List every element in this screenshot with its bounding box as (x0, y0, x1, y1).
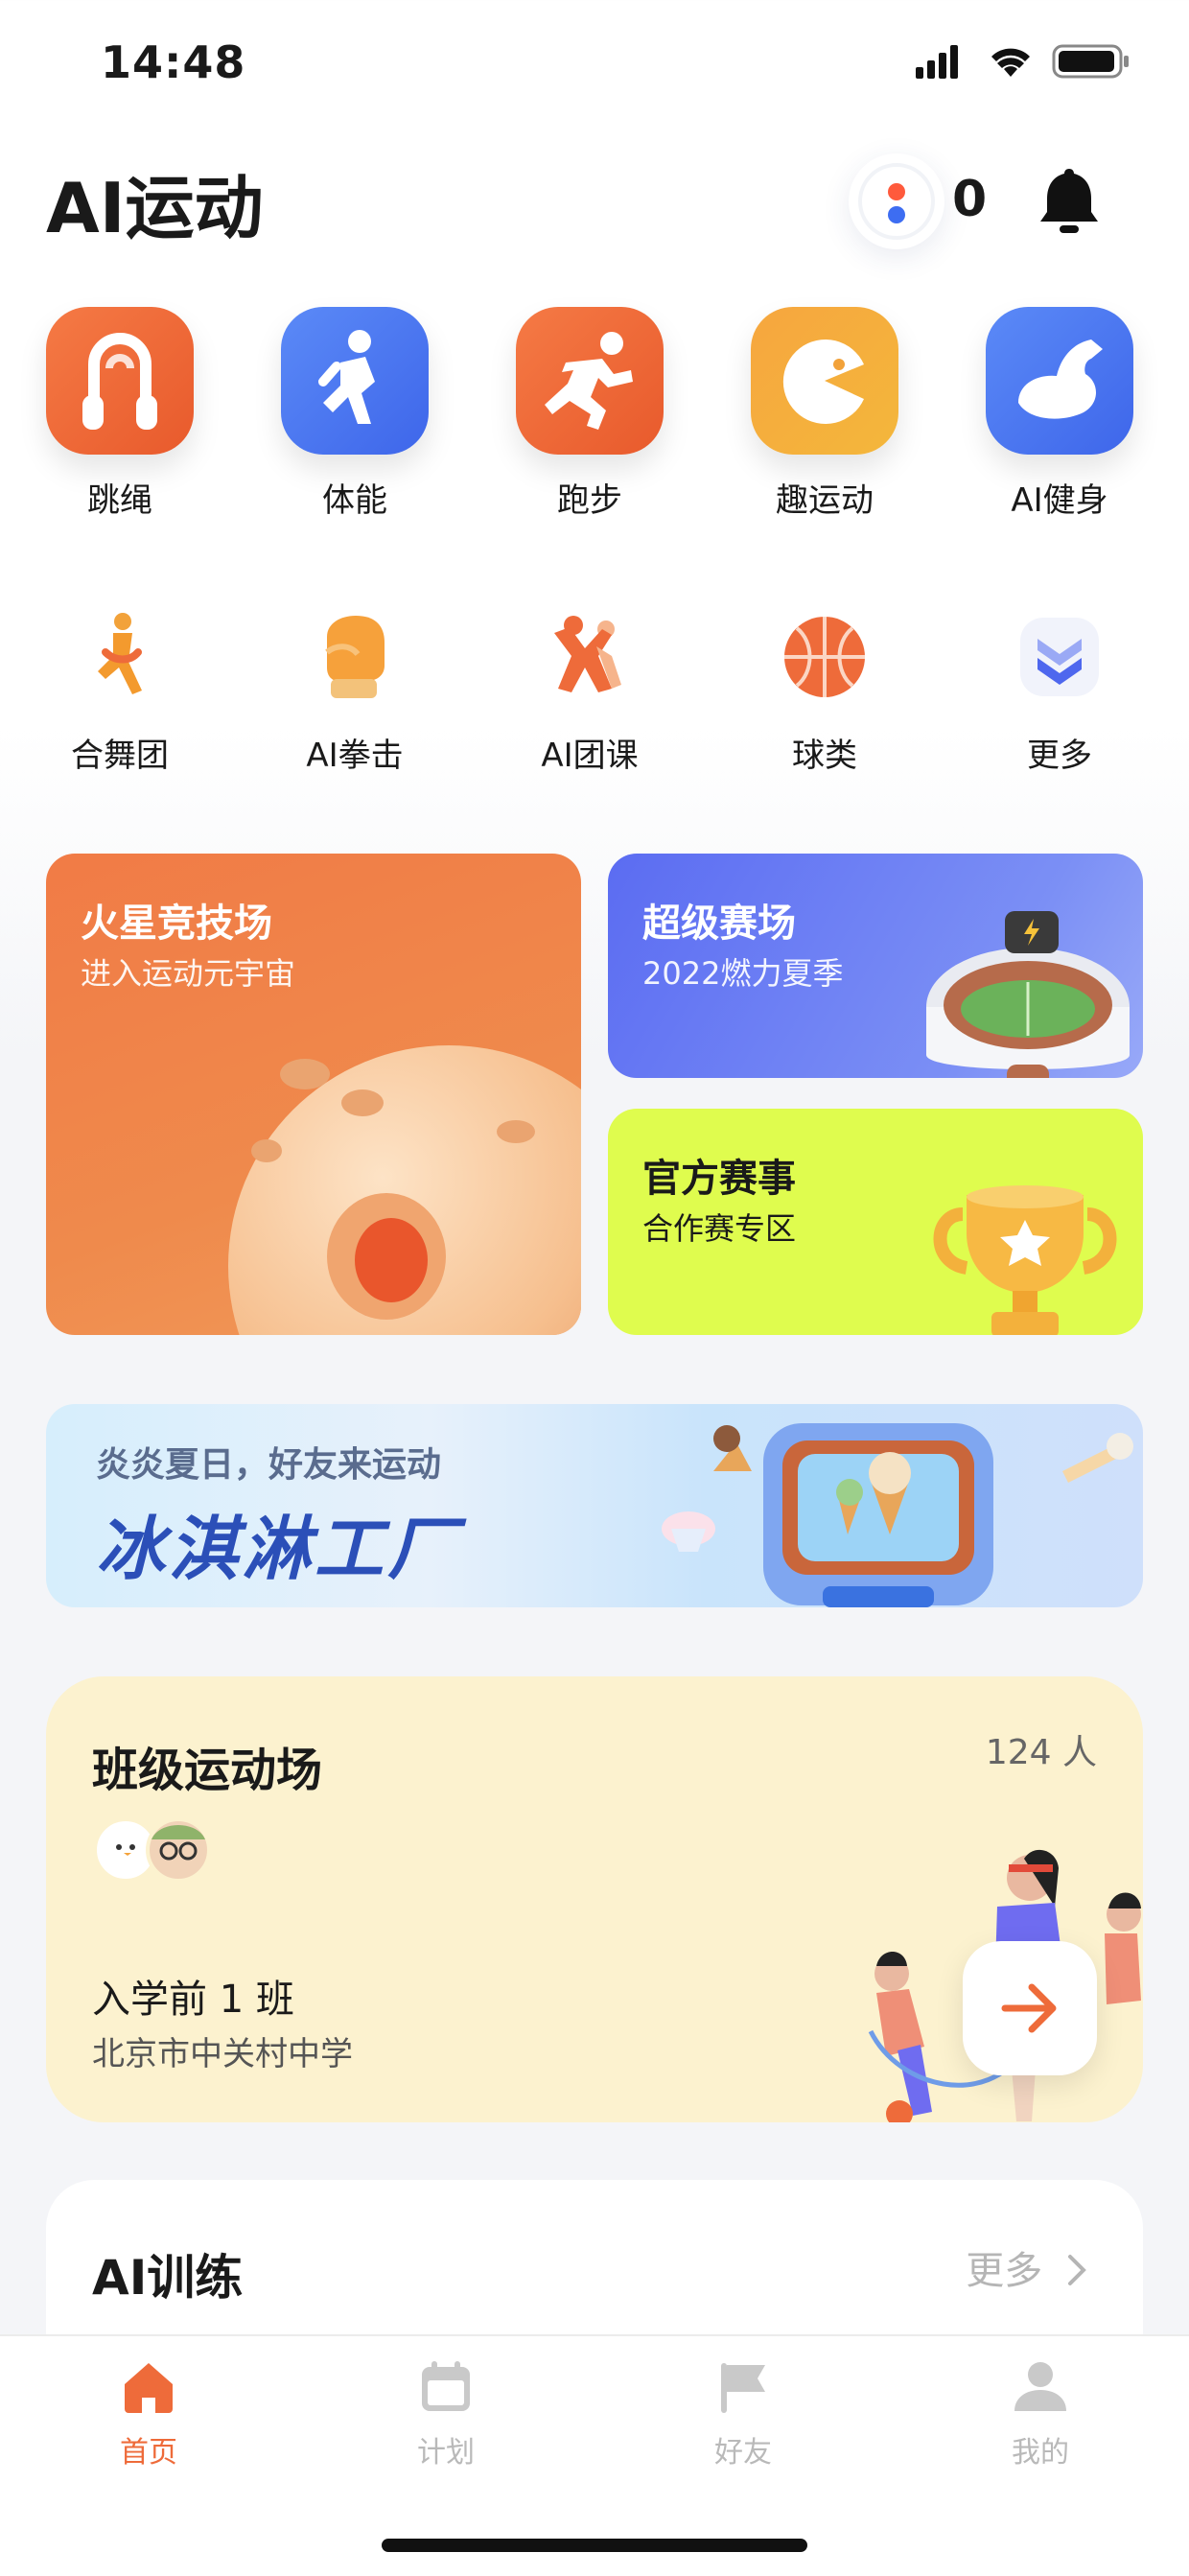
arrow-right-icon (1001, 1983, 1057, 2033)
stadium-illustration (926, 911, 1130, 1078)
category-ai-fitness[interactable]: AI健身 (964, 307, 1155, 521)
banner-title: 冰淇淋工厂 (96, 1509, 461, 1589)
jump-rope-icon (46, 307, 194, 455)
card-subtitle: 进入运动元宇宙 (81, 955, 296, 992)
category-jump-rope[interactable]: 跳绳 (24, 307, 216, 521)
tab-label: 好友 (714, 2436, 772, 2470)
calendar-icon (422, 2361, 470, 2411)
dancer-icon (67, 604, 173, 710)
points-orb (849, 153, 944, 249)
status-time: 14:48 (101, 36, 246, 88)
category-label: 跳绳 (87, 481, 152, 520)
home-icon (125, 2363, 173, 2413)
runner-icon (516, 307, 664, 455)
member-count: 124 人 (985, 1733, 1097, 1772)
ice-cream-machine-illustration (662, 1423, 1133, 1607)
bicep-icon (986, 307, 1133, 455)
category-group-class[interactable]: AI团课 (494, 604, 686, 776)
card-subtitle: 合作赛专区 (642, 1210, 797, 1247)
category-label: 体能 (322, 481, 387, 520)
wifi-icon (991, 48, 1030, 77)
banner-subtitle: 炎炎夏日，好友来运动 (96, 1445, 442, 1485)
pacman-icon (751, 307, 898, 455)
category-label: AI团课 (541, 737, 639, 775)
category-fitness[interactable]: 体能 (259, 307, 451, 521)
tab-label: 我的 (1012, 2436, 1069, 2470)
tab-plan[interactable]: 计划 (360, 2357, 532, 2471)
school-name: 北京市中关村中学 (92, 2035, 353, 2073)
mars-arena-card[interactable]: 火星竞技场 进入运动元宇宙 (46, 854, 581, 1335)
page-title: AI运动 (46, 168, 264, 248)
tab-label: 首页 (120, 2436, 177, 2470)
tab-home[interactable]: 首页 (62, 2357, 235, 2471)
card-title: 超级赛场 (642, 902, 796, 946)
enter-class-button[interactable] (963, 1941, 1097, 2075)
section-title: AI训练 (92, 2250, 244, 2306)
avatar-stack (92, 1816, 217, 1884)
category-dance[interactable]: 合舞团 (24, 604, 216, 776)
points-widget[interactable]: 0 (849, 153, 992, 249)
bell-icon[interactable] (1036, 165, 1103, 236)
class-name: 入学前 1 班 (92, 1978, 294, 2022)
category-fun-sports[interactable]: 趣运动 (729, 307, 921, 521)
chevron-right-icon (1068, 2255, 1086, 2285)
status-icons (916, 44, 1129, 79)
tab-profile[interactable]: 我的 (954, 2357, 1127, 2471)
fitness-person-icon (281, 307, 429, 455)
planet-illustration (228, 1045, 581, 1335)
tab-label: 计划 (417, 2436, 475, 2470)
orb-icon (858, 163, 935, 240)
more-link[interactable]: 更多 (966, 2239, 1089, 2295)
category-label: 球类 (792, 737, 857, 775)
home-indicator (382, 2539, 807, 2552)
category-label: AI健身 (1011, 481, 1108, 520)
category-label: 合舞团 (71, 737, 169, 775)
more-label: 更多 (966, 2249, 1043, 2293)
battery-icon (1052, 44, 1129, 79)
points-value: 0 (952, 171, 988, 228)
category-running[interactable]: 跑步 (494, 307, 686, 521)
chevron-double-down-icon (1007, 604, 1112, 710)
category-ball-games[interactable]: 球类 (729, 604, 921, 776)
flag-icon (721, 2363, 765, 2413)
super-arena-card[interactable]: 超级赛场 2022燃力夏季 (608, 854, 1143, 1078)
category-boxing[interactable]: AI拳击 (259, 604, 451, 776)
profile-icon (1014, 2362, 1066, 2411)
official-events-card[interactable]: 官方赛事 合作赛专区 (608, 1109, 1143, 1335)
class-card-title: 班级运动场 (92, 1744, 323, 1797)
category-label: 趣运动 (776, 481, 874, 520)
class-sports-card[interactable]: 班级运动场 124 人 入学前 1 班 北京市中关村中学 (46, 1676, 1143, 2122)
trophy-illustration (933, 1185, 1117, 1335)
category-label: 跑步 (557, 481, 622, 520)
basketball-icon (772, 604, 877, 710)
category-more[interactable]: 更多 (964, 604, 1155, 776)
card-subtitle: 2022燃力夏季 (642, 955, 844, 992)
card-title: 官方赛事 (642, 1157, 796, 1201)
ice-cream-banner[interactable]: 炎炎夏日，好友来运动 冰淇淋工厂 (46, 1404, 1143, 1607)
category-label: 更多 (1027, 737, 1092, 775)
tab-friends[interactable]: 好友 (657, 2357, 829, 2471)
category-label: AI拳击 (306, 737, 404, 775)
signal-icon (916, 45, 958, 79)
group-class-icon (537, 604, 642, 710)
boxing-glove-icon (302, 604, 408, 710)
card-title: 火星竞技场 (81, 902, 272, 946)
